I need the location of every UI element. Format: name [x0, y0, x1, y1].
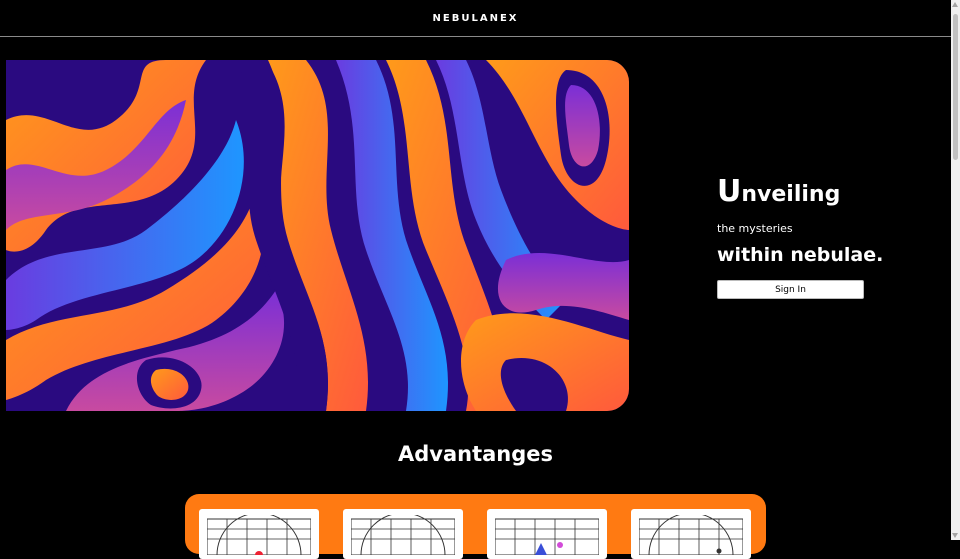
top-nav-bar: NEBULANEX	[0, 0, 951, 37]
hero-tagline: within nebulae.	[717, 244, 884, 266]
globe-grid-icon	[639, 515, 743, 555]
wavy-nebula-art-icon	[6, 60, 629, 411]
advantage-card[interactable]	[343, 509, 463, 559]
advantage-card[interactable]	[631, 509, 751, 559]
brand-logo-text[interactable]: NEBULANEX	[433, 13, 519, 24]
hero-heading: Unveiling	[717, 175, 877, 212]
rocket-grid-icon	[495, 518, 599, 555]
hero-heading-initial: U	[717, 174, 742, 209]
advantage-card[interactable]	[199, 509, 319, 559]
advantages-title: Advantanges	[397, 442, 554, 466]
advantage-card[interactable]	[487, 509, 607, 559]
advantages-panel	[185, 494, 766, 559]
hero-abstract-artwork	[6, 60, 629, 411]
scrollbar-thumb[interactable]	[953, 14, 958, 160]
hero-subheading: the mysteries	[717, 222, 793, 235]
globe-grid-icon	[207, 515, 311, 555]
globe-grid-icon	[351, 515, 455, 555]
scroll-down-arrow-icon[interactable]	[952, 533, 958, 538]
sign-in-button[interactable]: Sign In	[717, 280, 864, 299]
hero-heading-rest: nveiling	[741, 182, 841, 207]
scroll-up-arrow-icon[interactable]	[952, 2, 958, 7]
hero-text-block: Unveiling the mysteries within nebulae. …	[717, 175, 884, 299]
vertical-scrollbar[interactable]	[951, 0, 960, 540]
